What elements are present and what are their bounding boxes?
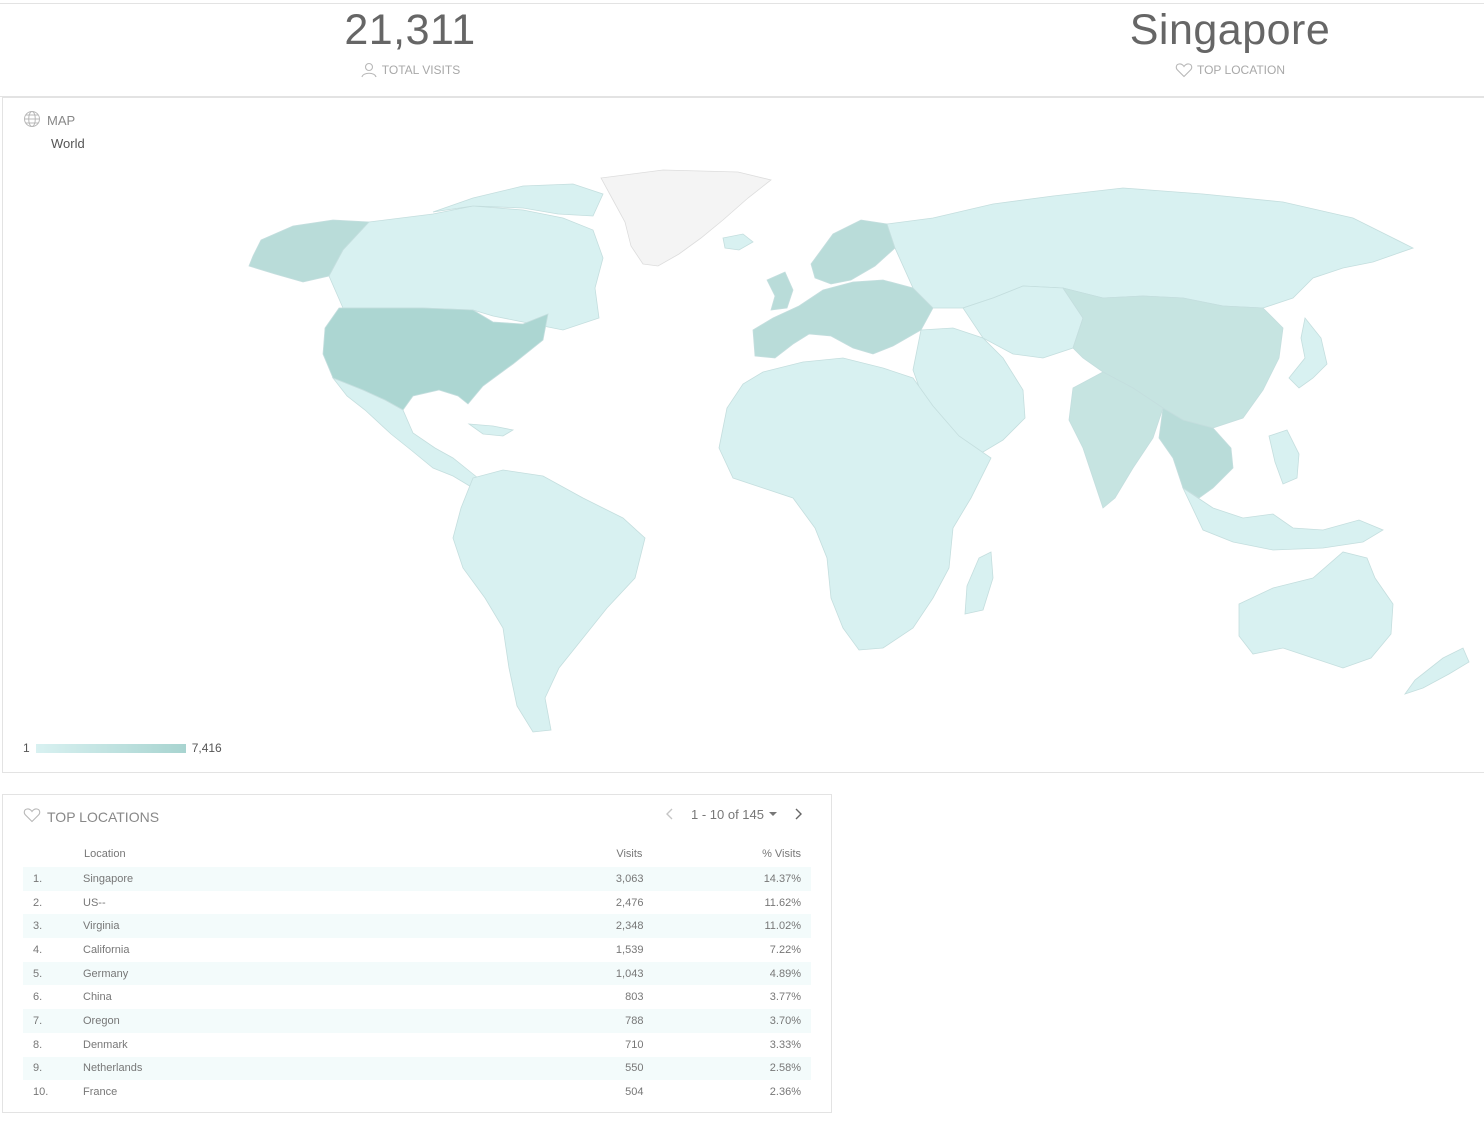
table-row[interactable]: 1. Singapore 3,063 14.37%: [23, 867, 811, 891]
row-location: Virginia: [83, 920, 120, 933]
table-header-row: Location Visits % Visits: [23, 841, 811, 867]
row-visits: 2,348: [615, 920, 644, 933]
region-australia[interactable]: [1238, 551, 1394, 669]
top-locations-card: TOP LOCATIONS 1 - 10 of 145 Location Vis…: [2, 794, 832, 1113]
row-rank: 7.: [33, 1014, 43, 1027]
row-rank: 1.: [33, 872, 43, 885]
globe-icon: [23, 110, 41, 131]
row-visits: 710: [625, 1038, 644, 1051]
chevron-left-icon: [666, 808, 673, 820]
row-visits: 2,476: [615, 896, 644, 909]
row-pct-visits: 2.36%: [769, 1086, 801, 1099]
top-location-label: TOP LOCATION: [1196, 63, 1286, 77]
region-madagascar[interactable]: [964, 551, 994, 615]
row-visits: 788: [625, 1014, 644, 1027]
table-row[interactable]: 5. Germany 1,043 4.89%: [23, 961, 811, 986]
row-visits: 550: [625, 1062, 644, 1075]
caret-down-icon: [769, 812, 777, 816]
row-visits: 803: [625, 991, 644, 1004]
row-rank: 6.: [33, 991, 43, 1004]
row-visits: 504: [625, 1086, 644, 1099]
row-rank: 2.: [33, 896, 43, 909]
chevron-right-icon: [795, 808, 802, 820]
next-page-button[interactable]: [789, 805, 807, 823]
table-row[interactable]: 6. China 803 3.77%: [23, 985, 811, 1009]
row-pct-visits: 3.33%: [769, 1038, 801, 1051]
page-range-label: 1 - 10 of 145: [691, 806, 764, 822]
row-location: Netherlands: [83, 1062, 143, 1075]
table-row[interactable]: 7. Oregon 788 3.70%: [23, 1009, 811, 1033]
column-location[interactable]: Location: [83, 841, 495, 867]
user-icon: [360, 62, 378, 78]
region-indonesia[interactable]: [1182, 486, 1384, 551]
row-location: France: [83, 1086, 118, 1099]
row-location: Oregon: [83, 1014, 120, 1027]
row-rank: 4.: [33, 943, 43, 956]
row-pct-visits: 11.62%: [764, 896, 802, 909]
table-row[interactable]: 8. Denmark 710 3.33%: [23, 1033, 811, 1057]
total-visits-stat: 21,311 TOTAL VISITS: [210, 4, 610, 78]
row-pct-visits: 4.89%: [769, 967, 801, 980]
region-south-america[interactable]: [452, 469, 646, 733]
table-row[interactable]: 4. California 1,539 7.22%: [23, 938, 811, 962]
row-visits: 3,063: [615, 872, 644, 885]
row-visits: 1,043: [615, 967, 644, 980]
region-philippines[interactable]: [1268, 429, 1300, 485]
row-pct-visits: 14.37%: [763, 872, 801, 885]
region-greenland[interactable]: [600, 169, 772, 267]
total-visits-value: 21,311: [344, 6, 476, 54]
row-location: Germany: [83, 967, 129, 980]
row-pct-visits: 7.22%: [769, 943, 801, 956]
top-location-stat: Singapore TOP LOCATION: [1030, 4, 1430, 78]
map-title: MAP: [47, 113, 76, 128]
page-range-dropdown[interactable]: 1 - 10 of 145: [691, 807, 777, 822]
world-map[interactable]: [3, 158, 1483, 738]
row-location: Singapore: [83, 872, 134, 885]
table-row[interactable]: 2. US-- 2,476 11.62%: [23, 891, 811, 915]
row-location: Denmark: [83, 1038, 128, 1051]
column-pct-visits[interactable]: % Visits: [643, 841, 811, 867]
row-location: California: [83, 943, 130, 956]
summary-stats: 21,311 TOTAL VISITS Singapore TOP LOCATI…: [0, 3, 1484, 97]
top-location-value: Singapore: [1129, 6, 1331, 54]
table-row[interactable]: 9. Netherlands 550 2.58%: [23, 1056, 811, 1081]
region-scandinavia[interactable]: [810, 219, 896, 285]
table-row[interactable]: 3. Virginia 2,348 11.02%: [23, 914, 811, 939]
legend-gradient-bar: [35, 743, 186, 753]
row-pct-visits: 3.70%: [769, 1014, 801, 1027]
pagination: 1 - 10 of 145: [661, 805, 807, 823]
row-pct-visits: 2.58%: [769, 1062, 801, 1075]
row-rank: 3.: [33, 920, 43, 933]
region-united-kingdom[interactable]: [766, 271, 794, 311]
region-russia[interactable]: [886, 187, 1415, 309]
prev-page-button[interactable]: [661, 805, 679, 823]
row-pct-visits: 3.77%: [769, 991, 801, 1004]
top-locations-table: Location Visits % Visits 1. Singapore 3,06…: [23, 841, 811, 1104]
row-pct-visits: 11.02%: [764, 920, 802, 933]
legend-min: 1: [23, 741, 30, 755]
row-rank: 8.: [33, 1038, 43, 1051]
row-rank: 9.: [33, 1062, 43, 1075]
top-locations-title: TOP LOCATIONS: [47, 808, 160, 825]
row-rank: 10.: [33, 1086, 49, 1099]
row-rank: 5.: [33, 967, 43, 980]
region-japan[interactable]: [1288, 317, 1328, 389]
heart-icon: [23, 807, 41, 826]
region-iceland[interactable]: [722, 233, 754, 251]
map-region-label[interactable]: World: [51, 136, 85, 151]
column-visits[interactable]: Visits: [495, 841, 644, 867]
map-card: MAP World 1 7,416: [2, 97, 1484, 773]
region-caribbean[interactable]: [467, 423, 515, 437]
table-row[interactable]: 10. France 504 2.36%: [23, 1080, 811, 1104]
heart-icon: [1175, 62, 1193, 78]
total-visits-label: TOTAL VISITS: [381, 63, 461, 77]
map-legend: 1 7,416: [23, 741, 222, 755]
row-location: US--: [83, 896, 106, 909]
row-visits: 1,539: [615, 943, 644, 956]
row-location: China: [83, 991, 112, 1004]
region-new-zealand[interactable]: [1403, 647, 1470, 695]
legend-max: 7,416: [191, 741, 222, 755]
